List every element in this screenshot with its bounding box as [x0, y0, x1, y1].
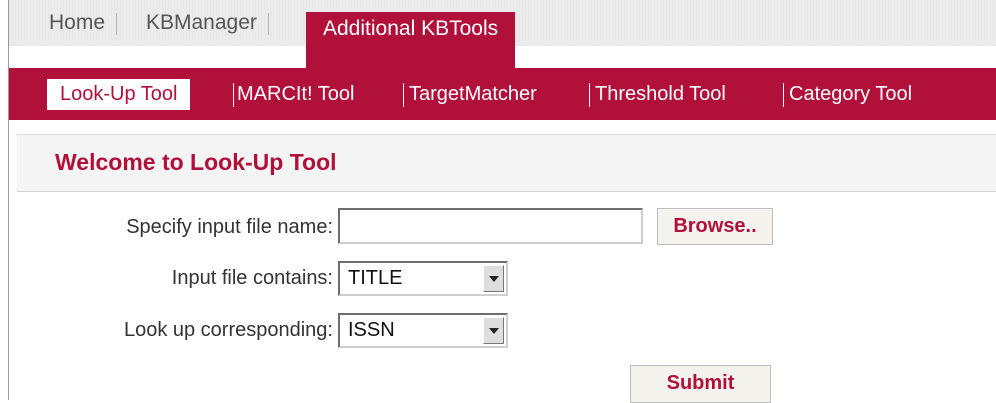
subtab-threshold-tool[interactable]: Threshold Tool — [595, 68, 726, 120]
browse-button[interactable]: Browse.. — [657, 208, 773, 245]
page-title: Welcome to Look-Up Tool — [55, 149, 337, 175]
file-name-label: Specify input file name: — [126, 216, 333, 238]
input-contains-label: Input file contains: — [171, 267, 333, 289]
content-panel: Welcome to Look-Up Tool Specify input fi… — [17, 134, 996, 403]
welcome-header: Welcome to Look-Up Tool — [17, 135, 996, 192]
app-frame: Home KBManager Additional KBTools Look-U… — [8, 0, 996, 403]
lookup-value: ISSN — [348, 319, 395, 341]
lookup-select[interactable]: ISSN — [338, 313, 508, 348]
submit-button[interactable]: Submit — [630, 365, 771, 403]
input-contains-value: TITLE — [348, 267, 403, 289]
subtab-category-tool[interactable]: Category Tool — [789, 68, 912, 120]
tab-kbmanager[interactable]: KBManager — [146, 0, 269, 46]
tab-home[interactable]: Home — [49, 0, 118, 46]
tab-additional-kbtools[interactable]: Additional KBTools — [306, 12, 516, 68]
file-name-input[interactable] — [338, 208, 643, 244]
subtab-marcit-tool[interactable]: MARCIt! Tool — [237, 68, 354, 120]
input-contains-select[interactable]: TITLE — [338, 261, 508, 296]
chevron-down-icon[interactable] — [483, 317, 504, 344]
chevron-down-icon[interactable] — [483, 265, 504, 292]
subtab-separator — [589, 83, 590, 107]
sub-navigation: Look-Up Tool MARCIt! Tool TargetMatcher … — [9, 68, 996, 120]
subtab-separator — [783, 83, 784, 107]
subtab-targetmatcher[interactable]: TargetMatcher — [409, 68, 537, 120]
subtab-separator — [233, 83, 234, 107]
lookup-label: Look up corresponding: — [123, 319, 333, 341]
subtab-separator — [403, 83, 404, 107]
subtab-look-up-tool[interactable]: Look-Up Tool — [47, 79, 191, 110]
top-navigation: Home KBManager Additional KBTools — [9, 0, 996, 68]
